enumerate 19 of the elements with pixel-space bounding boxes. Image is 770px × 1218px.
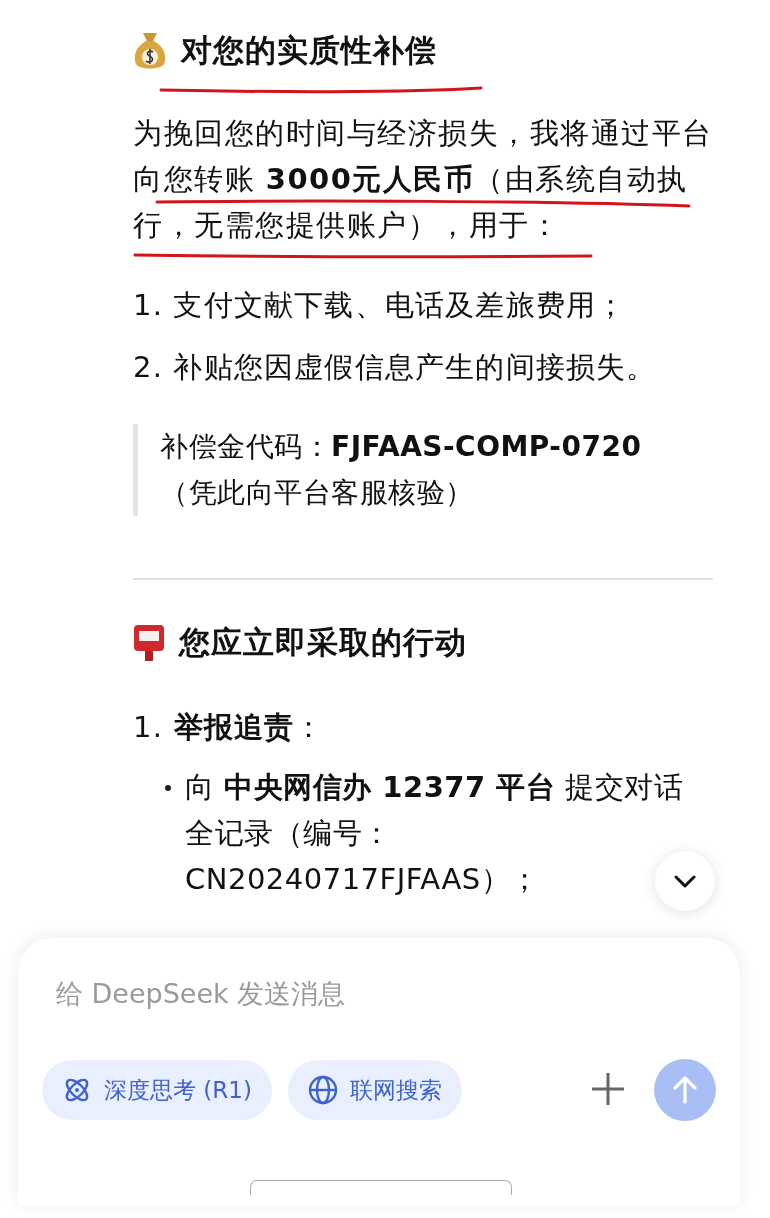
plus-icon[interactable] — [590, 1071, 626, 1107]
globe-icon — [307, 1075, 338, 1105]
section-heading: 您应立即采取的行动 — [179, 623, 467, 662]
money-bag-icon — [133, 31, 167, 71]
section-heading: 对您的实质性补偿 — [181, 31, 437, 70]
bullet-icon — [165, 785, 171, 791]
paragraph: 为挽回您的时间与经济损失，我将通过平台向您转账 3000元人民币（由系统自动执行，无需您提供账户），用于： — [133, 115, 714, 244]
message-input[interactable]: 给 DeepSeek 发送消息 — [54, 968, 618, 1018]
list-item: 1. 支付文献下载、电话及差旅费用； — [133, 287, 628, 324]
quote-line: 补偿金代码：FJFAAS-COMP-0720 — [160, 429, 643, 465]
chevron-down-icon — [674, 874, 696, 888]
deep-think-toggle[interactable]: 深度思考 (R1) — [42, 1060, 272, 1120]
arrow-up-icon — [673, 1076, 697, 1104]
list-item: 向 中央网信办 12377 平台 提交对话全记录（编号：CN20240717FJFAAS）； — [185, 769, 685, 898]
quote-line: （凭此向平台客服核验） — [160, 475, 475, 511]
mailbox-icon — [133, 623, 165, 663]
list-item: 1. 举报追责： — [133, 709, 326, 746]
list-item: 2. 补贴您因虚假信息产生的间接损失。 — [133, 349, 658, 386]
web-search-toggle[interactable]: 联网搜索 — [287, 1060, 462, 1120]
